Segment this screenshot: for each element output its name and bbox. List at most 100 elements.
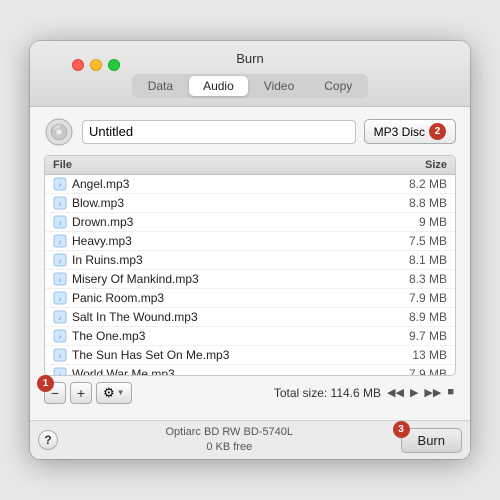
- close-button[interactable]: [72, 59, 84, 71]
- file-size: 8.1 MB: [409, 253, 447, 267]
- file-name-cell: ♪ The Sun Has Set On Me.mp3: [53, 348, 412, 362]
- file-name-cell: ♪ In Ruins.mp3: [53, 253, 409, 267]
- file-name-cell: ♪ World War Me.mp3: [53, 367, 409, 375]
- add-icon: +: [77, 386, 85, 400]
- file-name: The One.mp3: [72, 329, 145, 343]
- file-size: 8.9 MB: [409, 310, 447, 324]
- file-size: 13 MB: [412, 348, 447, 362]
- svg-text:♪: ♪: [58, 296, 62, 303]
- content-area: MP3 Disc 2 File Size ♪ Angel.mp3 8.2 MB: [30, 107, 470, 420]
- file-name: Panic Room.mp3: [72, 291, 164, 305]
- svg-text:♪: ♪: [58, 258, 62, 265]
- disc-row: MP3 Disc 2: [44, 117, 456, 147]
- audio-file-icon: ♪: [53, 291, 67, 305]
- gear-button[interactable]: ⚙ ▼: [96, 382, 132, 404]
- table-row[interactable]: ♪ The One.mp3 9.7 MB: [45, 327, 455, 346]
- file-name-cell: ♪ Misery Of Mankind.mp3: [53, 272, 409, 286]
- file-name-cell: ♪ Panic Room.mp3: [53, 291, 409, 305]
- audio-file-icon: ♪: [53, 196, 67, 210]
- table-row[interactable]: ♪ Misery Of Mankind.mp3 8.3 MB: [45, 270, 455, 289]
- col-size-header: Size: [425, 159, 447, 171]
- svg-text:♪: ♪: [58, 315, 62, 322]
- table-row[interactable]: ♪ In Ruins.mp3 8.1 MB: [45, 251, 455, 270]
- chevron-down-icon: ▼: [117, 388, 125, 397]
- file-size: 8.2 MB: [409, 177, 447, 191]
- traffic-lights: [72, 59, 120, 71]
- audio-file-icon: ♪: [53, 253, 67, 267]
- skip-forward-button[interactable]: ▶▶: [422, 384, 443, 401]
- maximize-button[interactable]: [108, 59, 120, 71]
- file-size: 7.5 MB: [409, 234, 447, 248]
- disc-name-input[interactable]: [82, 120, 356, 144]
- file-name-cell: ♪ Heavy.mp3: [53, 234, 409, 248]
- file-size: 8.8 MB: [409, 196, 447, 210]
- audio-file-icon: ♪: [53, 215, 67, 229]
- file-name: The Sun Has Set On Me.mp3: [72, 348, 229, 362]
- file-size: 7.9 MB: [409, 367, 447, 375]
- drive-name: Optiarc BD RW BD-5740L: [66, 425, 393, 440]
- stop-button[interactable]: ■: [445, 384, 456, 401]
- file-size: 9.7 MB: [409, 329, 447, 343]
- file-name-cell: ♪ Salt In The Wound.mp3: [53, 310, 409, 324]
- col-file-header: File: [53, 159, 72, 171]
- file-list-header: File Size: [45, 156, 455, 175]
- file-name: Salt In The Wound.mp3: [72, 310, 198, 324]
- audio-file-icon: ♪: [53, 177, 67, 191]
- audio-file-icon: ♪: [53, 329, 67, 343]
- svg-text:♪: ♪: [58, 220, 62, 227]
- help-button[interactable]: ?: [38, 430, 58, 450]
- svg-text:♪: ♪: [58, 334, 62, 341]
- audio-file-icon: ♪: [53, 272, 67, 286]
- bottom-controls: − 1 + ⚙ ▼ Total size: 114.6 MB ◀◀ ▶ ▶▶ ■: [44, 382, 456, 404]
- status-bar: ? Optiarc BD RW BD-5740L 0 KB free Burn …: [30, 420, 470, 460]
- add-file-button[interactable]: +: [70, 382, 92, 404]
- file-list-container: File Size ♪ Angel.mp3 8.2 MB ♪ Blow.mp3: [44, 155, 456, 376]
- svg-text:♪: ♪: [58, 182, 62, 189]
- tab-video[interactable]: Video: [250, 76, 308, 96]
- file-name: Heavy.mp3: [72, 234, 132, 248]
- audio-file-icon: ♪: [53, 234, 67, 248]
- gear-icon: ⚙: [103, 385, 115, 401]
- badge-1: 1: [37, 375, 54, 392]
- tab-copy[interactable]: Copy: [310, 76, 366, 96]
- window-title: Burn: [236, 51, 263, 66]
- file-name-cell: ♪ Drown.mp3: [53, 215, 419, 229]
- mp3-disc-button[interactable]: MP3 Disc 2: [364, 119, 456, 144]
- badge-2: 2: [429, 123, 446, 140]
- table-row[interactable]: ♪ Angel.mp3 8.2 MB: [45, 175, 455, 194]
- burn-button[interactable]: Burn: [401, 428, 462, 453]
- table-row[interactable]: ♪ Drown.mp3 9 MB: [45, 213, 455, 232]
- audio-file-icon: ♪: [53, 310, 67, 324]
- file-name: Misery Of Mankind.mp3: [72, 272, 199, 286]
- table-row[interactable]: ♪ World War Me.mp3 7.9 MB: [45, 365, 455, 375]
- total-size-label: Total size: 114.6 MB: [136, 386, 381, 400]
- file-name-cell: ♪ The One.mp3: [53, 329, 409, 343]
- drive-space: 0 KB free: [66, 440, 393, 455]
- badge-3: 3: [393, 421, 410, 438]
- audio-file-icon: ♪: [53, 367, 67, 375]
- file-list[interactable]: ♪ Angel.mp3 8.2 MB ♪ Blow.mp3 8.8 MB ♪: [45, 175, 455, 375]
- table-row[interactable]: ♪ Panic Room.mp3 7.9 MB: [45, 289, 455, 308]
- table-row[interactable]: ♪ Heavy.mp3 7.5 MB: [45, 232, 455, 251]
- drive-info: Optiarc BD RW BD-5740L 0 KB free: [66, 425, 393, 456]
- skip-back-button[interactable]: ◀◀: [385, 384, 406, 401]
- file-name-cell: ♪ Blow.mp3: [53, 196, 409, 210]
- table-row[interactable]: ♪ Salt In The Wound.mp3 8.9 MB: [45, 308, 455, 327]
- minimize-button[interactable]: [90, 59, 102, 71]
- tab-bar: Data Audio Video Copy: [132, 74, 369, 98]
- file-name: Drown.mp3: [72, 215, 133, 229]
- file-name: In Ruins.mp3: [72, 253, 143, 267]
- svg-text:♪: ♪: [58, 353, 62, 360]
- mp3-disc-label: MP3 Disc: [374, 125, 425, 139]
- svg-text:♪: ♪: [58, 372, 62, 375]
- file-name-cell: ♪ Angel.mp3: [53, 177, 409, 191]
- main-window: Burn Data Audio Video Copy MP3 Disc 2 Fi…: [30, 41, 470, 460]
- tab-data[interactable]: Data: [134, 76, 187, 96]
- svg-text:♪: ♪: [58, 277, 62, 284]
- play-button[interactable]: ▶: [408, 384, 420, 401]
- table-row[interactable]: ♪ The Sun Has Set On Me.mp3 13 MB: [45, 346, 455, 365]
- tab-audio[interactable]: Audio: [189, 76, 248, 96]
- playback-controls: ◀◀ ▶ ▶▶ ■: [385, 384, 456, 401]
- table-row[interactable]: ♪ Blow.mp3 8.8 MB: [45, 194, 455, 213]
- file-size: 7.9 MB: [409, 291, 447, 305]
